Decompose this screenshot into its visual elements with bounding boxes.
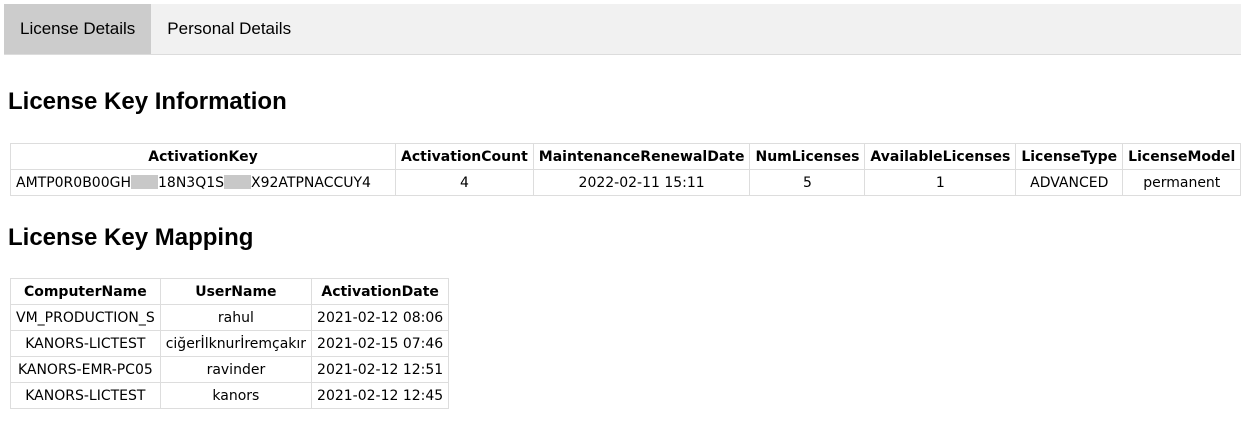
activation-date-cell: 2021-02-12 12:51	[311, 356, 450, 383]
column-header-license-type: LicenseType	[1015, 143, 1124, 170]
computer-name-cell: KANORS-LICTEST	[10, 330, 161, 357]
column-header-activation-date: ActivationDate	[311, 278, 450, 305]
activation-key-part: 18N3Q1S	[158, 174, 225, 191]
activation-key-cell: AMTP0R0B00GH 18N3Q1S X92ATPNACCUY4	[10, 169, 396, 196]
column-header-activation-count: ActivationCount	[395, 143, 534, 170]
column-header-computer-name: ComputerName	[10, 278, 161, 305]
license-info-table: ActivationKey ActivationCount Maintenanc…	[10, 143, 1242, 196]
activation-date-cell: 2021-02-12 12:45	[311, 382, 450, 409]
license-key-mapping-heading: License Key Mapping	[8, 224, 254, 251]
num-licenses-cell: 5	[749, 169, 866, 196]
activation-date-cell: 2021-02-12 08:06	[311, 304, 450, 331]
column-header-maintenance-renewal-date: MaintenanceRenewalDate	[532, 143, 751, 170]
column-header-num-licenses: NumLicenses	[749, 143, 866, 170]
table-row: VM_PRODUCTION_S rahul 2021-02-12 08:06	[10, 304, 450, 331]
redaction-block	[224, 174, 252, 189]
license-type-cell: ADVANCED	[1015, 169, 1124, 196]
redaction-block	[131, 174, 158, 189]
maintenance-renewal-date-cell: 2022-02-11 15:11	[532, 169, 751, 196]
license-key-information-heading: License Key Information	[8, 88, 287, 115]
activation-key-part: X92ATPNACCUY4	[251, 174, 371, 191]
computer-name-cell: KANORS-LICTEST	[10, 382, 161, 409]
tab-bar: License Details Personal Details	[4, 4, 1241, 55]
computer-name-cell: KANORS-EMR-PC05	[10, 356, 161, 383]
table-row: AMTP0R0B00GH 18N3Q1S X92ATPNACCUY4 4 2022-…	[10, 169, 1242, 196]
computer-name-cell: VM_PRODUCTION_S	[10, 304, 161, 331]
user-name-cell: ciğerİlknurİremçakır	[159, 330, 313, 357]
column-header-user-name: UserName	[159, 278, 313, 305]
available-licenses-cell: 1	[864, 169, 1017, 196]
table-header-row: ActivationKey ActivationCount Maintenanc…	[10, 143, 1242, 170]
table-row: KANORS-LICTEST ciğerİlknurİremçakır 2021…	[10, 330, 450, 357]
user-name-cell: kanors	[159, 382, 313, 409]
activation-key-part: AMTP0R0B00GH	[16, 174, 131, 191]
column-header-activation-key: ActivationKey	[10, 143, 396, 170]
column-header-available-licenses: AvailableLicenses	[864, 143, 1017, 170]
activation-count-cell: 4	[395, 169, 534, 196]
tab-personal-details[interactable]: Personal Details	[151, 4, 307, 54]
user-name-cell: ravinder	[159, 356, 313, 383]
column-header-license-model: LicenseModel	[1122, 143, 1242, 170]
license-model-cell: permanent	[1122, 169, 1242, 196]
table-row: KANORS-LICTEST kanors 2021-02-12 12:45	[10, 382, 450, 409]
table-header-row: ComputerName UserName ActivationDate	[10, 278, 450, 305]
tab-license-details[interactable]: License Details	[4, 4, 152, 54]
license-mapping-table: ComputerName UserName ActivationDate VM_…	[10, 278, 450, 409]
table-row: KANORS-EMR-PC05 ravinder 2021-02-12 12:5…	[10, 356, 450, 383]
activation-date-cell: 2021-02-15 07:46	[311, 330, 450, 357]
user-name-cell: rahul	[159, 304, 313, 331]
